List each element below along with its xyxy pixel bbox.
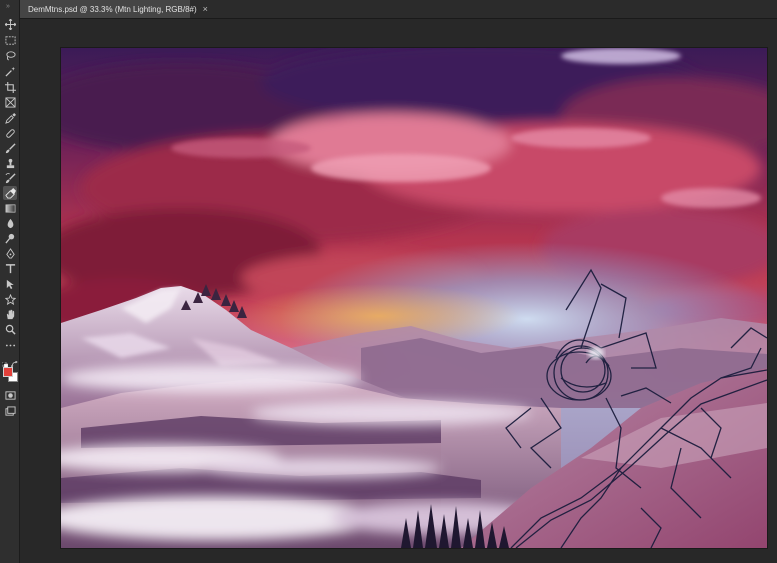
- tools-panel: »: [0, 0, 20, 563]
- magic-wand-tool-icon[interactable]: [3, 64, 17, 78]
- eraser-tool-icon[interactable]: [3, 186, 17, 200]
- document-tab-title: DemMtns.psd @ 33.3% (Mtn Lighting, RGB/8…: [28, 4, 197, 14]
- close-tab-icon[interactable]: ×: [203, 4, 208, 14]
- gradient-tool-icon[interactable]: [3, 201, 17, 215]
- frame-tool-icon[interactable]: [3, 95, 17, 109]
- document-tab-bar: DemMtns.psd @ 33.3% (Mtn Lighting, RGB/8…: [20, 0, 777, 19]
- hand-tool-icon[interactable]: [3, 307, 17, 321]
- painting-artwork: [61, 48, 767, 548]
- blur-tool-icon[interactable]: [3, 216, 17, 230]
- pen-tool-icon[interactable]: [3, 246, 17, 260]
- clone-stamp-tool-icon[interactable]: [3, 156, 17, 170]
- history-brush-tool-icon[interactable]: [3, 171, 17, 185]
- default-colors-icon[interactable]: [1, 355, 9, 369]
- brush-tool-icon[interactable]: [3, 141, 17, 155]
- screen-mode-icon[interactable]: [3, 404, 17, 418]
- crop-tool-icon[interactable]: [3, 80, 17, 94]
- shape-tool-icon[interactable]: [3, 292, 17, 306]
- eyedropper-tool-icon[interactable]: [3, 111, 17, 125]
- document-canvas[interactable]: [61, 48, 767, 548]
- path-selection-tool-icon[interactable]: [3, 277, 17, 291]
- photoshop-window: DemMtns.psd @ 33.3% (Mtn Lighting, RGB/8…: [0, 0, 777, 563]
- lasso-tool-icon[interactable]: [3, 48, 17, 62]
- dodge-tool-icon[interactable]: [3, 231, 17, 245]
- quick-mask-icon[interactable]: [3, 388, 17, 402]
- zoom-tool-icon[interactable]: [3, 322, 17, 336]
- swap-colors-icon[interactable]: [10, 355, 18, 368]
- type-tool-icon[interactable]: [3, 261, 17, 275]
- move-tool-icon[interactable]: [3, 17, 17, 31]
- healing-brush-tool-icon[interactable]: [3, 126, 17, 140]
- document-tab[interactable]: DemMtns.psd @ 33.3% (Mtn Lighting, RGB/8…: [20, 0, 208, 18]
- panel-grip-icon[interactable]: »: [6, 3, 14, 10]
- marquee-tool-icon[interactable]: [3, 33, 17, 47]
- foreground-color-swatch[interactable]: [3, 367, 13, 377]
- more-tools-icon[interactable]: [3, 338, 17, 352]
